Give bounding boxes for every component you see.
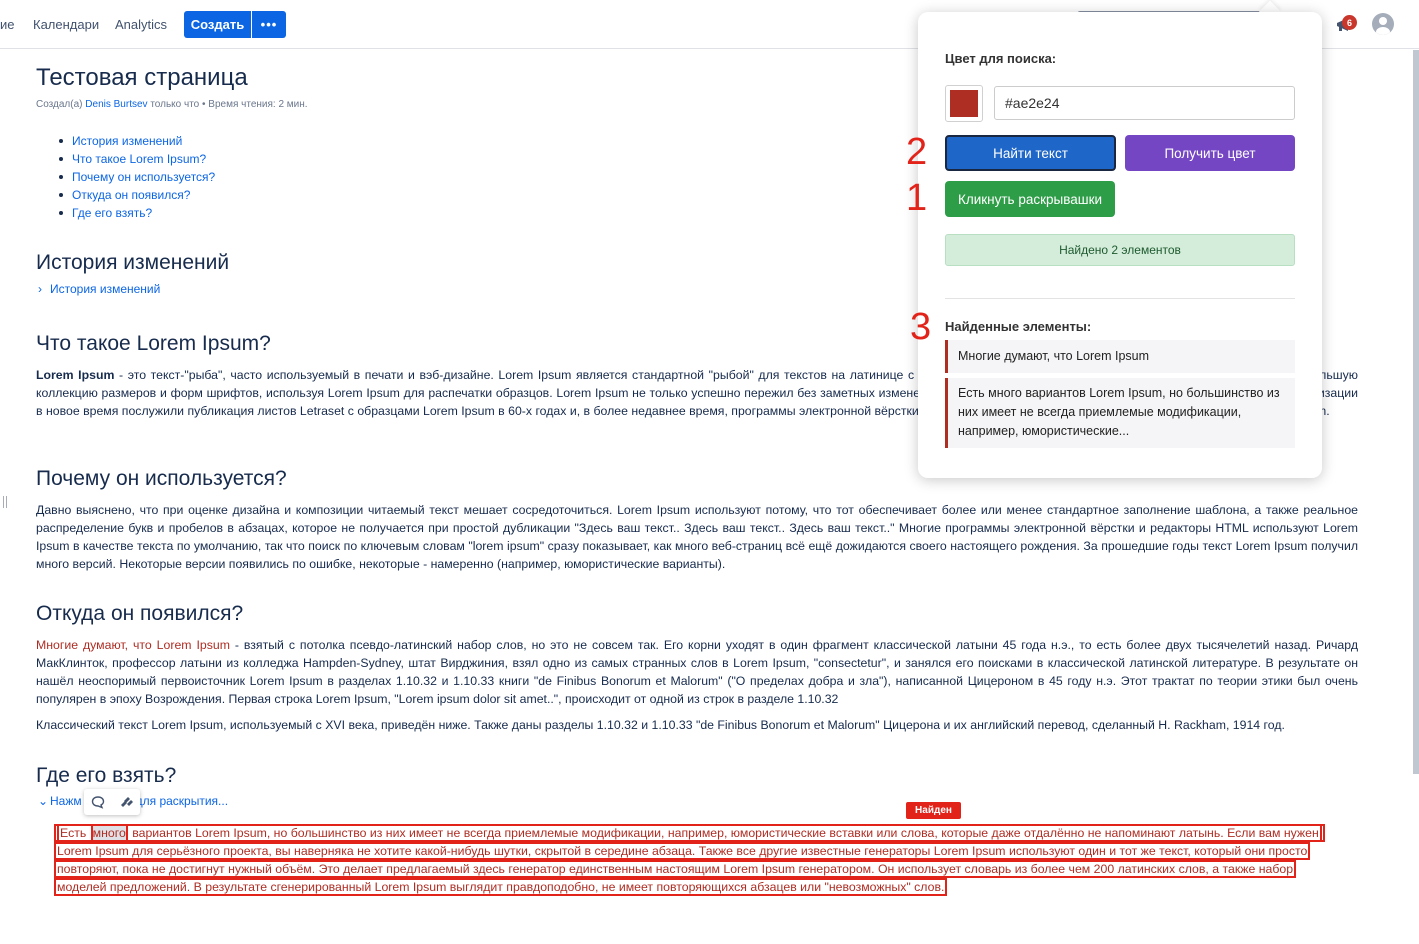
byline-prefix: Создал(а): [36, 99, 83, 110]
annotation-number: 1: [906, 177, 928, 219]
paragraph: Многие думают, что Lorem Ipsum - взятый …: [36, 636, 1358, 708]
paragraph: Давно выяснено, что при оценке дизайна и…: [36, 503, 1358, 571]
paragraph-text: - взятый с потолка псевдо-латинский набо…: [36, 638, 1358, 706]
divider: [945, 298, 1295, 299]
sidebar-resize-handle[interactable]: [3, 496, 7, 508]
paragraph: Классический текст Lorem Ipsum, использу…: [36, 718, 1285, 732]
found-result-item[interactable]: Есть много вариантов Lorem Ipsum, но бол…: [945, 378, 1295, 448]
toc-link[interactable]: Что такое Lorem Ipsum?: [54, 150, 215, 168]
toc-link[interactable]: История изменений: [54, 132, 215, 150]
byline-suffix: только что • Время чтения: 2 мин.: [150, 99, 308, 110]
section-heading: Почему он используется?: [36, 467, 287, 490]
found-text: Lorem Ipsum для серьёзного проекта, вы н…: [54, 842, 1311, 860]
found-text: повторяют, пока не достигнут нужный объё…: [54, 860, 1297, 878]
scrollbar[interactable]: [1413, 50, 1419, 774]
chevron-right-icon: ›: [38, 282, 42, 296]
colored-text: Многие думают, что Lorem Ipsum: [36, 638, 230, 652]
found-text: моделей предложений. В результате сгенер…: [54, 878, 948, 896]
expand-toggle[interactable]: › История изменений: [38, 282, 160, 296]
section-heading: Что такое Lorem Ipsum?: [36, 332, 271, 355]
found-text: Есть: [57, 824, 93, 842]
expand-label: История изменений: [50, 282, 161, 296]
bold-term: Lorem Ipsum: [36, 368, 115, 382]
find-text-button[interactable]: Найти текст: [945, 135, 1116, 171]
table-of-contents: История изменений Что такое Lorem Ipsum?…: [54, 132, 215, 222]
avatar[interactable]: [1372, 13, 1394, 35]
notification-badge: 6: [1342, 15, 1357, 30]
found-line: моделей предложений. В результате сгенер…: [54, 878, 1334, 896]
create-more-button[interactable]: •••: [252, 11, 286, 38]
comment-icon[interactable]: [91, 795, 105, 809]
chevron-down-icon: ⌄: [38, 794, 49, 808]
color-search-popup: Цвет для поиска: Найти текст Получить цв…: [918, 12, 1322, 478]
get-color-button[interactable]: Получить цвет: [1125, 135, 1295, 171]
found-line: повторяют, пока не достигнут нужный объё…: [54, 860, 1334, 878]
annotation-number: 2: [906, 131, 928, 173]
color-picker[interactable]: [945, 85, 983, 122]
toc-link[interactable]: Где его взять?: [54, 204, 215, 222]
jira-icon[interactable]: [118, 795, 134, 809]
byline-author-link[interactable]: Denis Burtsev: [85, 99, 147, 110]
selected-word: много: [92, 826, 126, 840]
page-title: Тестовая страница: [36, 64, 248, 91]
color-label: Цвет для поиска:: [945, 51, 1057, 66]
found-result-item[interactable]: Многие думают, что Lorem Ipsum: [945, 340, 1295, 373]
byline: Создал(а) Denis Burtsev только что • Вре…: [36, 99, 308, 110]
section-heading: История изменений: [36, 251, 230, 274]
expand-label-end: для раскрытия...: [135, 794, 229, 808]
found-line: Lorem Ipsum для серьёзного проекта, вы н…: [54, 842, 1334, 860]
found-elements-title: Найденные элементы:: [945, 319, 1092, 334]
annotation-number: 3: [910, 306, 932, 348]
color-swatch: [950, 90, 978, 117]
hex-color-input[interactable]: [994, 86, 1295, 120]
expand-label-start: Нажм: [50, 794, 82, 808]
status-message: Найдено 2 элементов: [945, 234, 1295, 266]
toc-link[interactable]: Откуда он появился?: [54, 186, 215, 204]
found-line: Есть много вариантов Lorem Ipsum, но бол…: [54, 824, 1334, 842]
click-expanders-button[interactable]: Кликнуть раскрывашки: [945, 181, 1115, 217]
nav-link-partial[interactable]: ие: [0, 17, 15, 32]
toc-link[interactable]: Почему он используется?: [54, 168, 215, 186]
section-heading: Откуда он появился?: [36, 602, 244, 625]
create-button[interactable]: Создать: [184, 11, 251, 38]
found-highlighted-paragraph: Есть много вариантов Lorem Ipsum, но бол…: [54, 824, 1334, 896]
nav-link-calendars[interactable]: Календари: [33, 17, 99, 32]
found-text: вариантов Lorem Ipsum, но большинство из…: [125, 824, 1322, 842]
section-heading: Где его взять?: [36, 764, 177, 787]
nav-link-analytics[interactable]: Analytics: [115, 17, 167, 32]
found-badge: Найден: [906, 802, 961, 819]
inline-comment-toolbar: [84, 789, 140, 815]
